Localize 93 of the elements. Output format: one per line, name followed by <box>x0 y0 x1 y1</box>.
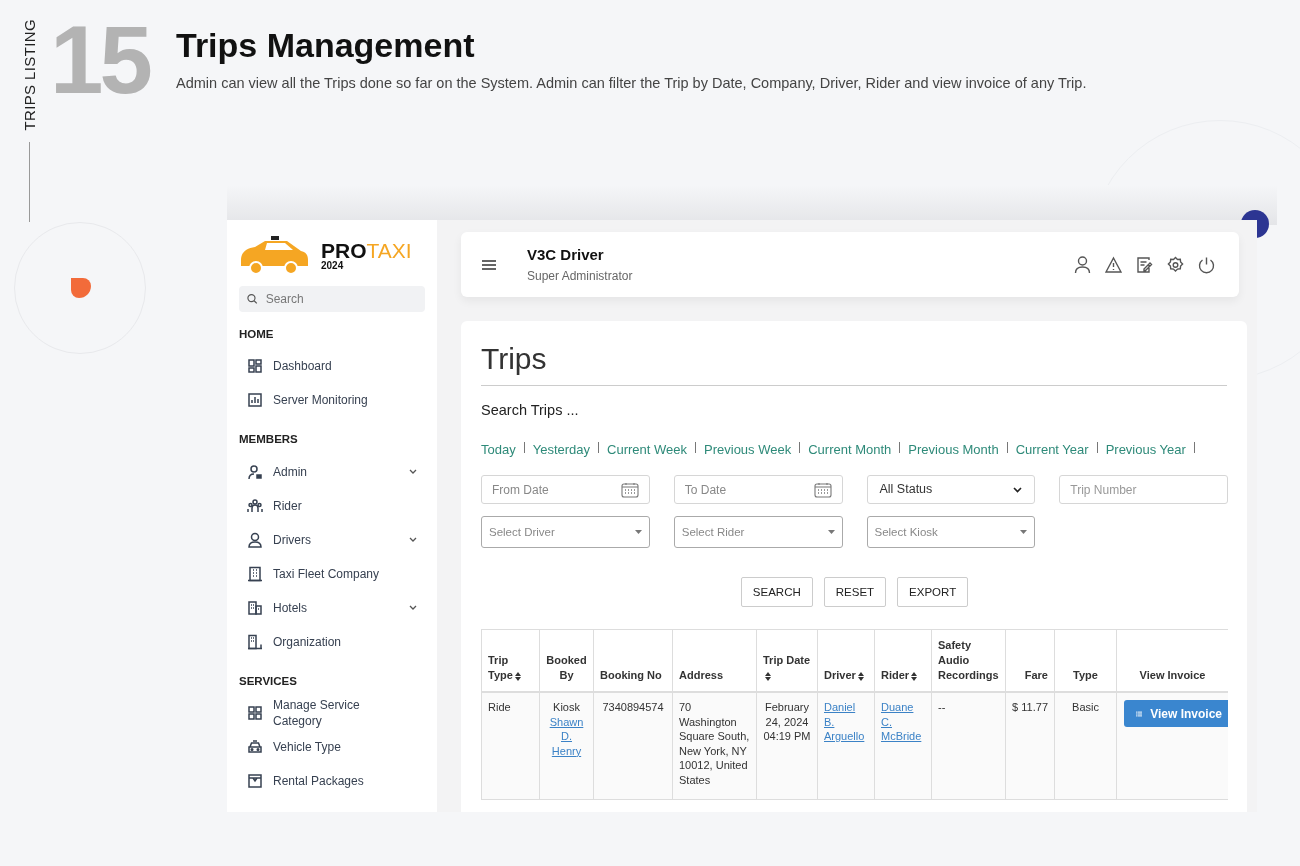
edit-note-icon[interactable] <box>1136 255 1153 274</box>
nav-item[interactable]: Manage Service Category <box>239 695 425 730</box>
office-building-icon <box>247 633 263 650</box>
date-filter-link[interactable]: Current Week <box>607 439 687 460</box>
sort-icon[interactable] <box>765 671 771 681</box>
table-cell: Ride <box>481 692 540 800</box>
section-number: 15 <box>50 5 149 115</box>
building-icon <box>247 565 263 582</box>
select-dropdown[interactable]: Select Kiosk <box>866 516 1036 549</box>
nav-section-heading: MEMBERS <box>239 432 299 448</box>
column-header[interactable]: Trip Type <box>481 629 540 693</box>
grid-icon <box>247 704 263 721</box>
view-invoice-button[interactable]: View Invoice <box>1124 700 1228 728</box>
table-cell: February 24, 2024 04:19 PM <box>756 692 818 800</box>
sort-icon[interactable] <box>911 671 918 681</box>
group-icon <box>247 497 263 514</box>
grid-icon <box>247 358 263 375</box>
nav-item[interactable]: Rental Packages <box>239 763 425 798</box>
nav-item[interactable]: Server Monitoring <box>239 383 425 418</box>
calendar-icon[interactable] <box>813 481 832 498</box>
search-icon <box>247 293 258 305</box>
leaf-icon <box>68 275 94 301</box>
search-box[interactable]: Search <box>239 286 425 312</box>
trip-number-field[interactable]: Trip Number <box>1059 475 1228 505</box>
column-header[interactable]: Trip Date <box>756 629 818 693</box>
power-icon[interactable] <box>1198 255 1215 274</box>
nav-item[interactable]: Rider <box>239 488 425 523</box>
page-heading: Trips Management <box>176 25 475 66</box>
table-cell: 70 Washington Square South, New York, NY 10012, United States <box>672 692 757 800</box>
user-lock-icon <box>247 463 263 480</box>
nav-item[interactable]: Dashboard <box>239 349 425 384</box>
table-cell: 7340894574 <box>593 692 673 800</box>
date-filter-link[interactable]: Today <box>481 439 516 460</box>
column-header: Type <box>1054 629 1117 693</box>
profile-icon[interactable] <box>1074 255 1091 274</box>
user-link[interactable]: Shawn D. Henry <box>546 714 587 759</box>
date-filter-link[interactable]: Yesterday <box>532 439 591 460</box>
date-field[interactable]: From Date <box>481 475 650 505</box>
package-icon <box>247 772 263 789</box>
nav-section-heading: SERVICES <box>239 673 298 689</box>
hotel-icon <box>247 599 263 616</box>
column-header[interactable]: Rider <box>874 629 932 693</box>
date-filter-link[interactable]: Previous Year <box>1105 439 1186 460</box>
description: Admin can view all the Trips done so far on the System. Admin can filter the Trip by Date, Company, Driver, Rider and view invoice of any Trip. <box>176 74 1087 93</box>
brand-year: 2024 <box>321 260 345 271</box>
calendar-icon[interactable] <box>620 481 639 498</box>
table-cell-text: Kiosk <box>552 700 581 715</box>
nav-item[interactable]: Vehicle Type <box>239 729 425 764</box>
action-button[interactable]: SEARCH <box>740 577 813 608</box>
status-dropdown[interactable]: All Status <box>866 475 1036 505</box>
nav-item[interactable]: Drivers <box>239 522 425 557</box>
settings-icon[interactable] <box>1167 255 1184 274</box>
search-heading: Search Trips ... <box>481 401 580 420</box>
column-header: Booking No <box>593 629 673 693</box>
chevron-down-icon <box>1013 486 1023 493</box>
user-role: Super Administrator <box>527 267 633 285</box>
table-cell: Basic <box>1054 692 1117 800</box>
column-header: Fare <box>1005 629 1055 693</box>
table-cell: -- <box>931 692 1006 800</box>
nav-item[interactable]: Admin <box>239 454 425 489</box>
car-icon <box>247 738 263 755</box>
date-field[interactable]: To Date <box>673 475 843 505</box>
select-dropdown[interactable]: Select Driver <box>481 516 650 549</box>
date-filter-link[interactable]: Previous Month <box>908 439 999 460</box>
table-cell: $ 11.77 <box>1005 692 1055 800</box>
nav-item[interactable]: Organization <box>239 624 425 659</box>
search-field[interactable]: Search <box>265 290 417 308</box>
date-filter-link[interactable]: Current Month <box>808 439 892 460</box>
menu-icon[interactable] <box>481 258 497 271</box>
column-header[interactable]: Driver <box>817 629 875 693</box>
section-label: TRIPS LISTING <box>19 19 39 131</box>
caret-down-icon <box>827 530 835 535</box>
nav-section-heading: HOME <box>239 327 275 342</box>
user-name: V3C Driver <box>527 245 605 266</box>
brand-name: PROTAXI <box>321 239 412 261</box>
chart-icon <box>247 392 263 409</box>
date-filter-link[interactable]: Previous Week <box>704 439 792 460</box>
sort-icon[interactable] <box>514 671 521 681</box>
user-icon <box>247 531 263 548</box>
nav-item[interactable]: Hotels <box>239 590 425 625</box>
caret-down-icon <box>1020 530 1028 535</box>
date-filter-link[interactable]: Current Year <box>1015 439 1089 460</box>
sort-icon[interactable] <box>857 671 864 681</box>
column-header: Safety Audio Recordings <box>931 629 1006 693</box>
nav-item[interactable]: Taxi Fleet Company <box>239 556 425 591</box>
action-button[interactable]: RESET <box>823 577 887 608</box>
action-button[interactable]: EXPORT <box>897 577 969 608</box>
select-dropdown[interactable]: Select Rider <box>673 516 843 549</box>
column-header: Booked By <box>539 629 594 693</box>
caret-down-icon <box>634 530 642 535</box>
column-header: Address <box>672 629 757 693</box>
warning-icon[interactable] <box>1105 255 1122 274</box>
page-title: Trips <box>481 341 548 377</box>
